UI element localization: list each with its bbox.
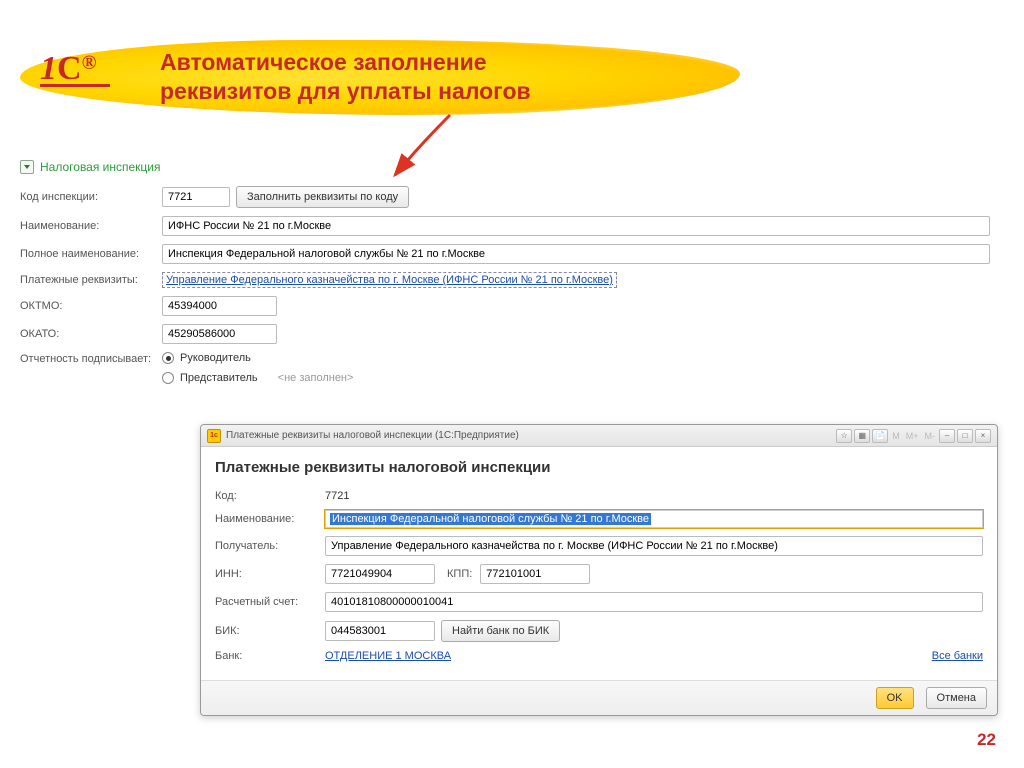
all-banks-link[interactable]: Все банки <box>932 650 983 662</box>
payreq-link[interactable]: Управление Федерального казначейства по … <box>166 274 613 286</box>
dlg-account-label: Расчетный счет: <box>215 596 325 608</box>
m-label: M <box>890 431 902 441</box>
main-form: Налоговая инспекция Код инспекции: Запол… <box>20 160 990 392</box>
radio-rep-label: Представитель <box>180 372 258 384</box>
code-label: Код инспекции: <box>20 191 162 203</box>
dlg-recipient-input[interactable] <box>325 536 983 556</box>
app-icon: 1c <box>207 429 221 443</box>
dlg-kpp-input[interactable] <box>480 564 590 584</box>
dialog-window-title: Платежные реквизиты налоговой инспекции … <box>226 430 836 441</box>
rep-hint: <не заполнен> <box>278 372 354 384</box>
tool-icon-2[interactable]: ▦ <box>854 429 870 443</box>
ok-button[interactable]: OK <box>876 687 914 709</box>
tool-icon-1[interactable]: ☆ <box>836 429 852 443</box>
payreq-link-box[interactable]: Управление Федерального казначейства по … <box>162 272 617 288</box>
bank-link[interactable]: ОТДЕЛЕНИЕ 1 МОСКВА <box>325 650 451 662</box>
section-header[interactable]: Налоговая инспекция <box>20 160 990 174</box>
name-input[interactable] <box>162 216 990 236</box>
m-plus-label: M+ <box>904 431 921 441</box>
dlg-name-label: Наименование: <box>215 513 325 525</box>
fill-by-code-button[interactable]: Заполнить реквизиты по коду <box>236 186 409 208</box>
dialog-footer: OK Отмена <box>201 680 997 715</box>
find-bank-button[interactable]: Найти банк по БИК <box>441 620 560 642</box>
name-label: Наименование: <box>20 220 162 232</box>
dlg-account-input[interactable] <box>325 592 983 612</box>
maximize-icon[interactable]: □ <box>957 429 973 443</box>
signer-group: Руководитель Представитель <не заполнен> <box>162 352 353 384</box>
payment-details-dialog: 1c Платежные реквизиты налоговой инспекц… <box>200 424 998 716</box>
page-number: 22 <box>977 730 996 750</box>
okato-input[interactable] <box>162 324 277 344</box>
dlg-inn-input[interactable] <box>325 564 435 584</box>
logo-1c: 1C® <box>40 50 125 100</box>
radio-head-label: Руководитель <box>180 352 251 364</box>
m-minus-label: M- <box>923 431 938 441</box>
radio-head[interactable] <box>162 352 174 364</box>
fullname-label: Полное наименование: <box>20 248 162 260</box>
dialog-heading: Платежные реквизиты налоговой инспекции <box>215 459 983 476</box>
dlg-kpp-label: КПП: <box>447 568 472 580</box>
radio-representative[interactable] <box>162 372 174 384</box>
dlg-code-value: 7721 <box>325 490 349 502</box>
fullname-input[interactable] <box>162 244 990 264</box>
dlg-name-input[interactable]: Инспекция Федеральной налоговой службы №… <box>325 510 983 528</box>
dlg-recipient-label: Получатель: <box>215 540 325 552</box>
dlg-bik-input[interactable] <box>325 621 435 641</box>
dlg-inn-label: ИНН: <box>215 568 325 580</box>
section-title: Налоговая инспекция <box>40 160 161 174</box>
tool-icon-3[interactable]: 📄 <box>872 429 888 443</box>
close-icon[interactable]: × <box>975 429 991 443</box>
oktmo-input[interactable] <box>162 296 277 316</box>
slide-title: Автоматическое заполнение реквизитов для… <box>160 48 531 106</box>
cancel-button[interactable]: Отмена <box>926 687 987 709</box>
dlg-bank-label: Банк: <box>215 650 325 662</box>
dlg-bik-label: БИК: <box>215 625 325 637</box>
oktmo-label: ОКТМО: <box>20 300 162 312</box>
dialog-titlebar[interactable]: 1c Платежные реквизиты налоговой инспекц… <box>201 425 997 447</box>
minimize-icon[interactable]: – <box>939 429 955 443</box>
payreq-label: Платежные реквизиты: <box>20 274 162 286</box>
signer-label: Отчетность подписывает: <box>20 352 162 366</box>
code-input[interactable] <box>162 187 230 207</box>
chevron-down-icon[interactable] <box>20 160 34 174</box>
okato-label: ОКАТО: <box>20 328 162 340</box>
dlg-code-label: Код: <box>215 490 325 502</box>
